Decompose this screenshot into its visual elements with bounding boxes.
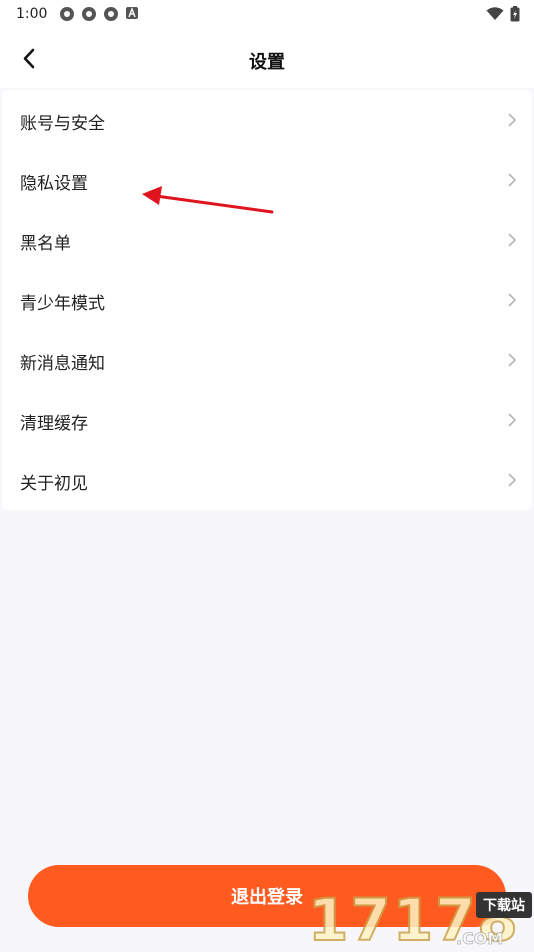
status-time: 1:00 (16, 6, 48, 22)
chevron-right-icon (508, 473, 517, 487)
status-left-icons (59, 6, 139, 22)
app-notification-icon (82, 7, 96, 21)
app-notification-icon (60, 7, 74, 21)
chevron-right-icon (508, 293, 517, 307)
settings-menu: 账号与安全 隐私设置 黑名单 青少年模式 新消息通知 清理缓存 关于初见 (2, 90, 532, 510)
menu-item-label: 账号与安全 (20, 114, 105, 134)
battery-charging-icon (510, 6, 520, 22)
logout-label: 退出登录 (231, 887, 303, 908)
page-title: 设置 (249, 52, 285, 73)
a-badge-icon (126, 7, 138, 19)
header-bar: 设置 (0, 30, 534, 88)
chevron-right-icon (508, 353, 517, 367)
menu-item-label: 黑名单 (20, 234, 71, 254)
chevron-right-icon (508, 173, 517, 187)
wifi-icon (486, 7, 504, 20)
menu-item-clear-cache[interactable]: 清理缓存 (2, 390, 532, 450)
menu-item-label: 隐私设置 (20, 174, 88, 194)
menu-item-teen-mode[interactable]: 青少年模式 (2, 270, 532, 330)
chevron-right-icon (508, 113, 517, 127)
menu-item-label: 清理缓存 (20, 414, 88, 434)
chevron-right-icon (508, 413, 517, 427)
watermark-logo: 17178 .COM 下载站 (306, 882, 532, 952)
app-notification-icon (104, 7, 118, 21)
watermark-domain: .COM (456, 929, 503, 948)
chevron-right-icon (508, 233, 517, 247)
menu-item-label: 关于初见 (20, 474, 88, 494)
status-bar: 1:00 (0, 0, 534, 30)
menu-item-label: 新消息通知 (20, 354, 105, 374)
menu-item-about[interactable]: 关于初见 (2, 450, 532, 510)
menu-item-account-security[interactable]: 账号与安全 (2, 90, 532, 150)
menu-item-label: 青少年模式 (20, 294, 105, 314)
watermark-tag: 下载站 (476, 892, 532, 918)
annotation-arrow-icon (142, 186, 274, 214)
status-right-icons (486, 6, 520, 22)
menu-item-message-notifications[interactable]: 新消息通知 (2, 330, 532, 390)
